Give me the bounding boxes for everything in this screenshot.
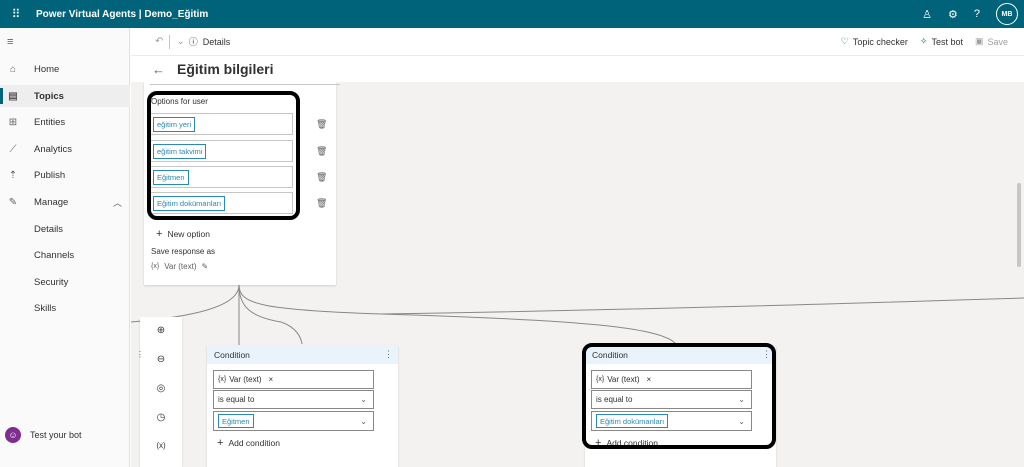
- trash-icon[interactable]: 🗑: [316, 198, 327, 209]
- vertical-scrollbar[interactable]: [1017, 183, 1021, 267]
- condition-value-chip: Eğitmen: [218, 414, 254, 428]
- sidebar-item-label: Details: [34, 223, 64, 235]
- sidebar-item-label: Analytics: [34, 143, 73, 155]
- publish-icon: ⇡: [8, 169, 18, 181]
- sidebar-item-channels[interactable]: Channels: [0, 244, 130, 266]
- chevron-down-icon: ⌄: [360, 395, 367, 404]
- app-title: Power Virtual Agents | Demo_Eğitim: [36, 8, 209, 20]
- variable-chip[interactable]: {x} Var (text) ✎: [151, 262, 208, 271]
- trash-icon[interactable]: 🗑: [316, 119, 327, 130]
- top-bar: ⠿ Power Virtual Agents | Demo_Eğitim ♙ ⚙…: [0, 0, 1024, 28]
- condition-value-dropdown[interactable]: Eğitmen ⌄: [213, 411, 374, 431]
- add-condition-button[interactable]: + Add condition: [217, 437, 280, 449]
- condition-operator-dropdown[interactable]: is equal to ⌄: [213, 390, 374, 409]
- test-bot-label: Test bot: [931, 36, 963, 47]
- more-icon[interactable]: ⋮: [136, 350, 144, 359]
- condition-operator: is equal to: [218, 395, 255, 404]
- condition-header: Condition ⋮: [207, 345, 398, 364]
- variable-icon: {x}: [151, 263, 160, 270]
- sidebar-item-label: Manage: [34, 196, 69, 208]
- sidebar-item-security[interactable]: Security: [0, 271, 130, 293]
- hamburger-icon[interactable]: ≡: [7, 36, 13, 48]
- variable-name: Var (text): [164, 262, 197, 271]
- new-option-label: New option: [167, 229, 210, 239]
- test-your-bot-button[interactable]: ☺ Test your bot: [5, 427, 82, 443]
- add-condition-label: Add condition: [228, 438, 280, 448]
- topics-icon: ▤: [8, 90, 18, 102]
- authoring-canvas[interactable]: Options for user eğitim yeri 🗑 eğitim ta…: [131, 82, 1024, 467]
- sidebar-item-label: Skills: [34, 302, 57, 314]
- plus-icon: +: [156, 228, 163, 240]
- more-options-icon[interactable]: ⋮: [384, 349, 393, 360]
- save-label: Save: [987, 36, 1008, 47]
- save-button[interactable]: ▣ Save: [975, 36, 1008, 47]
- sidebar-item-label: Home: [34, 63, 60, 75]
- back-arrow-icon[interactable]: ←: [152, 62, 165, 77]
- undo-icon[interactable]: ↶: [155, 36, 163, 47]
- sidebar-item-label: Entities: [34, 116, 66, 128]
- close-icon[interactable]: ×: [269, 375, 274, 384]
- sidebar-item-publish[interactable]: ⇡ Publish: [0, 164, 130, 186]
- page-header: ← Eğitim bilgileri: [131, 56, 1024, 82]
- sidebar-item-label: Channels: [34, 249, 75, 261]
- highlight-box-condition: [582, 343, 776, 449]
- chevron-up-icon: ︿: [112, 197, 122, 208]
- home-icon: ⌂: [9, 63, 17, 75]
- sidebar-item-home[interactable]: ⌂ Home: [0, 58, 130, 80]
- side-nav: ≡ ⌂ Home ▤ Topics ⊞ Entities ⟋ Analytics…: [0, 28, 130, 467]
- condition-variable-field[interactable]: {x} Var (text) ×: [213, 370, 374, 389]
- entities-icon: ⊞: [8, 116, 18, 128]
- info-icon: ⓘ: [188, 37, 198, 47]
- zoom-in-icon[interactable]: ⊕: [140, 325, 182, 336]
- highlight-box-options: [147, 91, 300, 220]
- topic-checker-label: Topic checker: [852, 36, 908, 47]
- center-icon[interactable]: ◎: [140, 383, 182, 394]
- chevron-down-icon: ⌄: [360, 416, 367, 426]
- details-button[interactable]: ⓘ Details: [189, 35, 231, 48]
- topic-checker-button[interactable]: ♡ Topic checker: [841, 36, 908, 47]
- test-bot-button[interactable]: ✧ Test bot: [920, 36, 963, 47]
- trash-icon[interactable]: 🗑: [316, 146, 327, 157]
- variable-icon: {x}: [218, 376, 227, 383]
- environment-icon[interactable]: ♙: [922, 8, 932, 21]
- test-bot-icon: ✧: [919, 36, 928, 46]
- avatar[interactable]: MB: [996, 3, 1018, 25]
- page-title: Eğitim bilgileri: [177, 61, 274, 77]
- details-label: Details: [202, 36, 231, 47]
- trash-icon[interactable]: 🗑: [316, 172, 327, 183]
- sidebar-item-analytics[interactable]: ⟋ Analytics: [0, 138, 130, 160]
- sidebar-item-label: Publish: [34, 169, 66, 181]
- variables-icon[interactable]: (x): [140, 441, 182, 450]
- save-icon: ▣: [974, 36, 984, 46]
- sidebar-item-details[interactable]: Details: [0, 218, 130, 240]
- sidebar-item-topics[interactable]: ▤ Topics: [0, 85, 130, 107]
- sidebar-item-label: Security: [34, 276, 69, 288]
- zoom-out-icon[interactable]: ⊖: [140, 354, 182, 365]
- save-response-label: Save response as: [151, 247, 216, 256]
- analytics-icon: ⟋: [9, 143, 17, 155]
- canvas-toolbar: ⊕ ⊖ ◎ ◷ (x): [140, 317, 182, 467]
- app-launcher-icon[interactable]: ⠿: [5, 7, 27, 21]
- plus-icon: +: [217, 437, 224, 449]
- chevron-down-icon[interactable]: ⌄: [176, 36, 184, 47]
- condition-variable: Var (text): [229, 375, 262, 384]
- history-icon[interactable]: ◷: [140, 412, 182, 423]
- sidebar-item-skills[interactable]: Skills: [0, 297, 130, 319]
- test-your-bot-label: Test your bot: [30, 430, 82, 440]
- sidebar-item-manage[interactable]: ✎ Manage ︿: [0, 191, 130, 213]
- command-bar: ↶ ⌄ ⓘ Details ♡ Topic checker ✧ Test bot…: [131, 28, 1024, 56]
- settings-icon[interactable]: ⚙: [948, 8, 958, 21]
- bot-icon: ☺: [5, 427, 21, 443]
- condition-title: Condition: [214, 349, 250, 360]
- divider: [169, 34, 171, 49]
- wrench-icon: ✎: [8, 196, 18, 208]
- new-option-button[interactable]: + New option: [156, 228, 210, 240]
- pencil-icon[interactable]: ✎: [202, 262, 209, 271]
- help-icon[interactable]: ?: [974, 8, 980, 20]
- stethoscope-icon: ♡: [840, 36, 849, 46]
- card-top-field: [150, 82, 340, 85]
- condition-card: Condition ⋮ {x} Var (text) × is equal to…: [207, 345, 398, 467]
- sidebar-item-entities[interactable]: ⊞ Entities: [0, 111, 130, 133]
- sidebar-item-label: Topics: [34, 90, 64, 102]
